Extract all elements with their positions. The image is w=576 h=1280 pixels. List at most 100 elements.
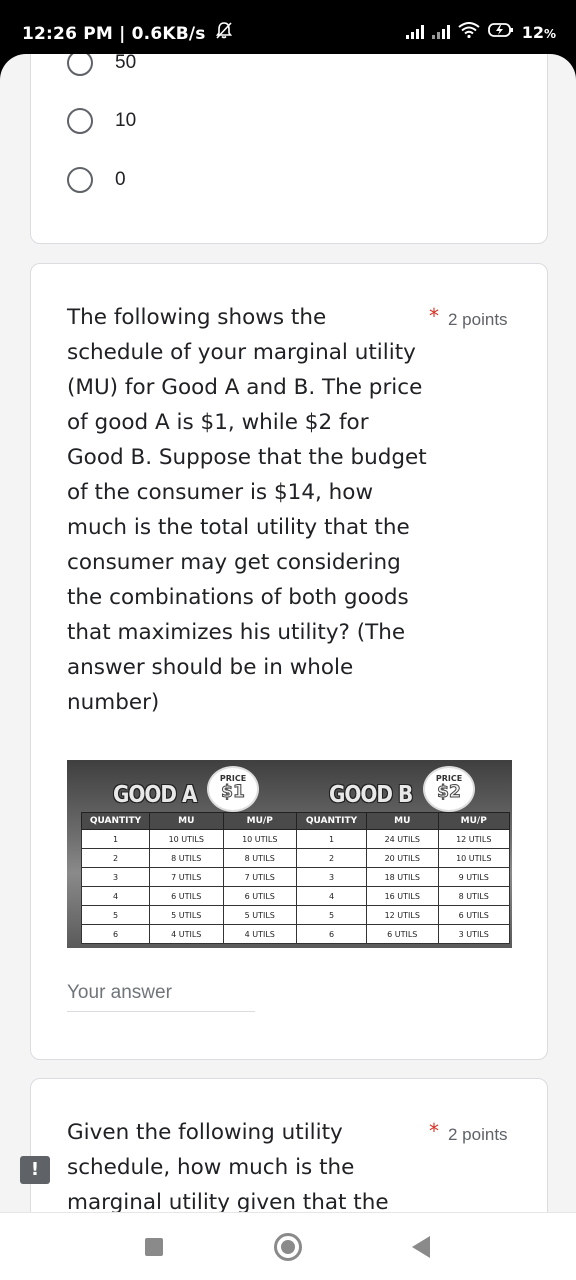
radio-option[interactable]: 10 [67, 108, 136, 134]
table-row: 3 18 UTILS 9 UTILS [296, 867, 510, 887]
table-cell: 1 [296, 829, 367, 849]
column-header: QUANTITY [296, 812, 367, 830]
price-b-value: $2 [437, 782, 462, 803]
table-cell: 5 UTILS [149, 905, 224, 925]
table-cell: 3 [296, 867, 367, 887]
column-header: MU [366, 812, 439, 830]
radio-option[interactable]: 0 [67, 167, 126, 193]
answer-underline [67, 1011, 255, 1012]
table-cell: 4 UTILS [222, 924, 297, 944]
table-cell: 16 UTILS [366, 886, 439, 906]
status-bar: 12:26 PM | 0.6KB/s 12% [0, 0, 576, 62]
good-a-title: GOOD A [113, 780, 197, 808]
price-badge-b: PRICE $2 [425, 768, 473, 810]
table-cell: 4 [296, 886, 367, 906]
wifi-icon [458, 22, 480, 42]
mute-bell-icon [215, 22, 232, 44]
table-cell: 10 UTILS [437, 848, 510, 868]
table-cell: 8 UTILS [149, 848, 224, 868]
question-card: The following shows the schedule of your… [30, 263, 548, 1060]
table-cell: 4 [81, 886, 150, 906]
table-cell: 6 UTILS [149, 886, 224, 906]
radio-option[interactable]: 50 [67, 54, 136, 76]
table-header-row: QUANTITY MU MU/P [81, 812, 297, 830]
table-cell: 3 UTILS [437, 924, 510, 944]
table-row: 66 UTILS 3 UTILS [296, 924, 510, 944]
table-cell: 20 UTILS [366, 848, 439, 868]
navigation-bar [0, 1212, 576, 1280]
table-row: 64 UTILS 4 UTILS [81, 924, 297, 944]
good-a-table: QUANTITY MU MU/P 1 10 UTILS 10 UTILS 2 8 UTI… [81, 812, 297, 944]
question-points: 2 points [448, 310, 508, 329]
signal-icon [431, 25, 450, 39]
status-icons: 12% [405, 22, 556, 42]
battery-charging-icon [487, 22, 514, 42]
table-cell: 8 UTILS [437, 886, 510, 906]
column-header: MU/P [222, 812, 297, 830]
price-a-value: $1 [221, 782, 246, 803]
table-cell: 18 UTILS [366, 867, 439, 887]
status-time-text: 12:26 PM | 0.6KB/s [22, 24, 206, 44]
table-cell: 6 UTILS [437, 905, 510, 925]
price-badge-a: PRICE $1 [209, 768, 257, 810]
table-cell: 6 UTILS [366, 924, 439, 944]
table-cell: 1 [81, 829, 150, 849]
answer-input[interactable]: Your answer [67, 982, 172, 1004]
radio-button[interactable] [67, 167, 93, 193]
table-cell: 24 UTILS [366, 829, 439, 849]
table-row: 55 UTILS 5 UTILS [81, 905, 297, 925]
radio-option-label: 10 [115, 110, 137, 131]
table-cell: 10 UTILS [222, 829, 297, 849]
question-points: 2 points [448, 1125, 508, 1144]
battery-level: 12 [521, 22, 544, 42]
table-row: 37 UTILS 7 UTILS [81, 867, 297, 887]
required-asterisk: * [429, 304, 439, 328]
table-row: 4 16 UTILS 8 UTILS [296, 886, 510, 906]
radio-option-label: 0 [115, 169, 126, 190]
table-row: 1 10 UTILS 10 UTILS [81, 829, 297, 849]
table-cell: 9 UTILS [437, 867, 510, 887]
table-cell: 5 [296, 905, 367, 925]
table-row: 1 24 UTILS 12 UTILS [296, 829, 510, 849]
home-icon[interactable] [274, 1233, 302, 1261]
table-cell: 5 UTILS [222, 905, 297, 925]
question-card: Given the following utility schedule, ho… [30, 1078, 548, 1214]
back-icon[interactable] [412, 1236, 430, 1258]
good-b-table: QUANTITY MU MU/P 1 24 UTILS 12 UTILS 2 20 UT… [296, 812, 510, 944]
table-cell: 6 [81, 924, 150, 944]
utility-schedule-image: GOOD A PRICE $1 GOOD B PRICE $2 QUANTITY… [67, 760, 512, 948]
table-header-row: QUANTITY MU MU/P [296, 812, 510, 830]
radio-button[interactable] [67, 54, 93, 76]
table-cell: 4 UTILS [149, 924, 224, 944]
table-cell: 6 [296, 924, 367, 944]
column-header: QUANTITY [81, 812, 150, 830]
table-cell: 6 UTILS [222, 886, 297, 906]
question-text: The following shows the schedule of your… [67, 305, 427, 715]
table-cell: 7 UTILS [222, 867, 297, 887]
recents-icon[interactable] [145, 1238, 163, 1256]
required-asterisk: * [429, 1119, 439, 1143]
table-cell: 7 UTILS [149, 867, 224, 887]
radio-button[interactable] [67, 108, 93, 134]
status-time-speed: 12:26 PM | 0.6KB/s [22, 22, 232, 44]
signal-icon [405, 25, 424, 39]
table-row: 28 UTILS 8 UTILS [81, 848, 297, 868]
table-cell: 2 [81, 848, 150, 868]
column-header: MU/P [437, 812, 510, 830]
form-screen[interactable]: 50 10 0 The following shows the schedule… [0, 54, 576, 1214]
table-row: 5 12 UTILS 6 UTILS [296, 905, 510, 925]
table-cell: 2 [296, 848, 367, 868]
table-cell: 3 [81, 867, 150, 887]
table-cell: 5 [81, 905, 150, 925]
table-row: 2 20 UTILS 10 UTILS [296, 848, 510, 868]
good-b-title: GOOD B [329, 780, 413, 808]
table-cell: 10 UTILS [149, 829, 224, 849]
question-text: Given the following utility schedule, ho… [67, 1120, 389, 1214]
table-cell: 12 UTILS [437, 829, 510, 849]
table-cell: 8 UTILS [222, 848, 297, 868]
table-cell: 12 UTILS [366, 905, 439, 925]
battery-percent: 12% [521, 22, 556, 42]
previous-question-card: 50 10 0 [30, 54, 548, 244]
feedback-icon[interactable]: ! [20, 1156, 50, 1184]
column-header: MU [149, 812, 224, 830]
